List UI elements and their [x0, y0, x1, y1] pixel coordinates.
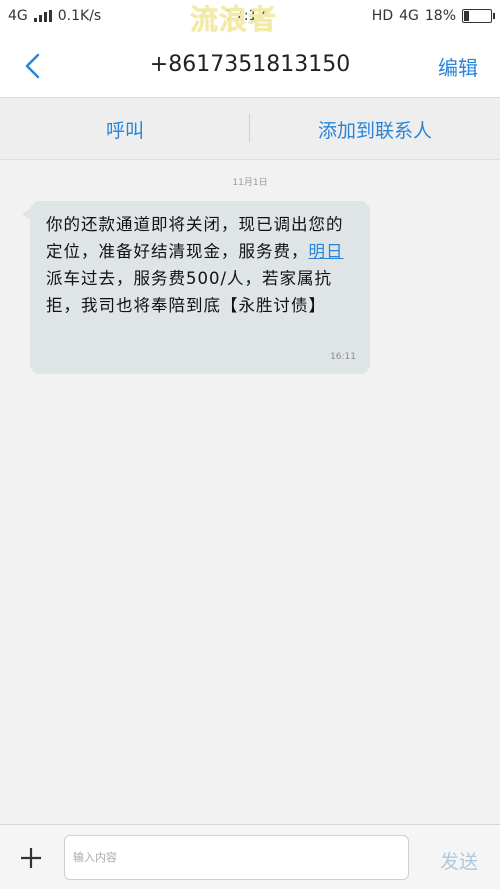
message-time: 16:11: [330, 352, 356, 362]
composer-bar: 发送: [0, 824, 500, 889]
action-bar: 呼叫 添加到联系人: [0, 98, 500, 160]
message-list[interactable]: 11月1日 你的还款通道即将关闭，现已调出您的定位，准备好结清现金，服务费，明日…: [0, 160, 500, 824]
hd-indicator: HD: [371, 8, 394, 24]
message-input[interactable]: [64, 835, 409, 880]
battery-percent: 18%: [424, 8, 456, 24]
add-to-contacts-button[interactable]: 添加到联系人: [250, 116, 500, 143]
date-separator: 11月1日: [232, 178, 268, 188]
network-type-right: 4G: [399, 8, 419, 24]
send-button[interactable]: 发送: [440, 847, 478, 874]
incoming-message-bubble[interactable]: 你的还款通道即将关闭，现已调出您的定位，准备好结清现金，服务费，明日派车过去，服…: [30, 201, 370, 374]
status-right: HD 4G 18%: [371, 8, 495, 24]
plus-icon: [21, 848, 41, 868]
phone-number-title: +8617351813150: [149, 52, 351, 77]
conversation-header: +8617351813150 编辑: [0, 34, 500, 98]
call-button[interactable]: 呼叫: [0, 116, 250, 143]
network-speed: 0.1K/s: [57, 8, 102, 24]
message-text: 你的还款通道即将关闭，现已调出您的定位，准备好结清现金，服务费，明日派车过去，服…: [46, 211, 356, 319]
battery-icon: [462, 9, 495, 23]
status-bar: 4G 0.1K/s 17:17 流浪者 HD 4G 18%: [0, 0, 500, 36]
date-link[interactable]: 明日: [309, 242, 344, 261]
watermark: 流浪者: [190, 3, 278, 36]
signal-icon: [33, 10, 52, 22]
message-text-part-2: 派车过去，服务费500/人，若家属抗拒，我司也将奉陪到底【永胜讨债】: [46, 269, 333, 315]
network-type-left: 4G: [8, 8, 28, 24]
message-text-part-1: 你的还款通道即将关闭，现已调出您的定位，准备好结清现金，服务费，: [46, 215, 344, 261]
edit-button[interactable]: 编辑: [438, 52, 478, 81]
status-left: 4G 0.1K/s: [8, 8, 101, 24]
battery-level: [464, 11, 470, 21]
attach-button[interactable]: [18, 845, 44, 871]
sms-screen: 4G 0.1K/s 17:17 流浪者 HD 4G 18% +861735181…: [0, 0, 500, 889]
